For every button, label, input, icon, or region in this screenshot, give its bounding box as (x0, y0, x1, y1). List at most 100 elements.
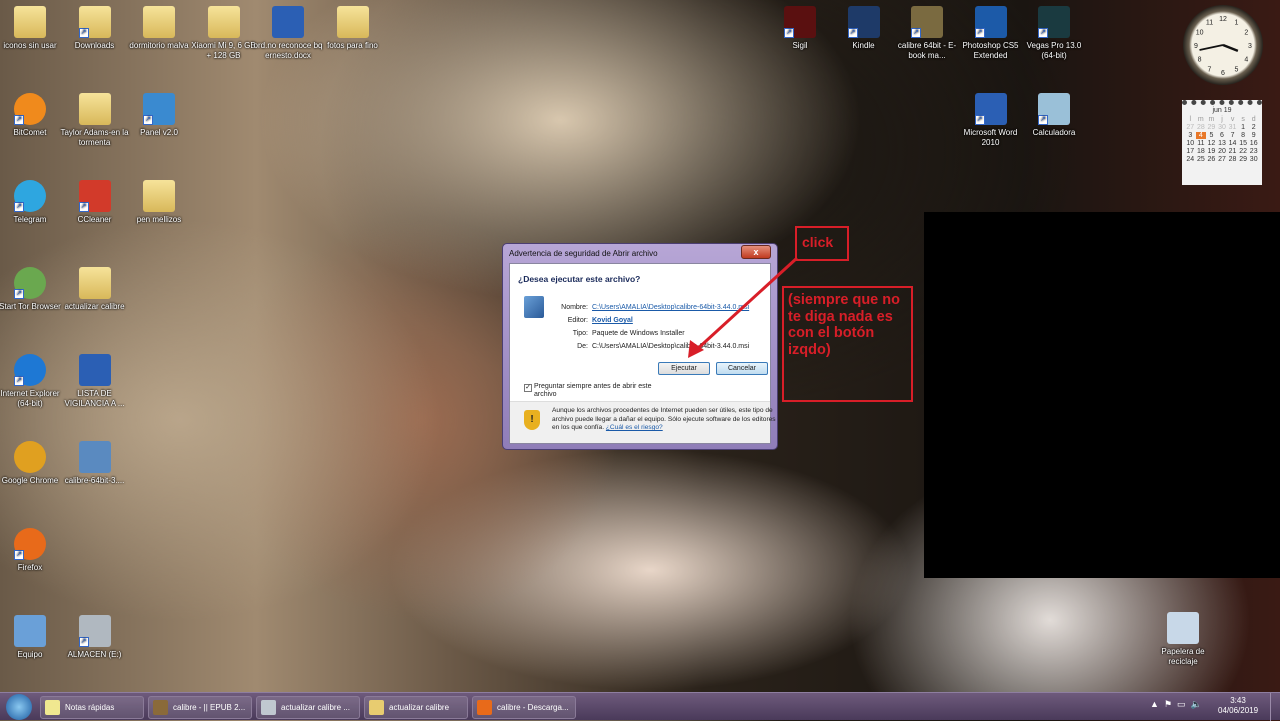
desktop-icon-calibre-64bit-3[interactable]: calibre-64bit-3.... (60, 441, 130, 486)
icon-label: LISTA DE VIGILANCIA A ... (64, 389, 125, 408)
taskbar-item[interactable]: Notas rápidas (40, 696, 144, 719)
desktop-icon-telegram[interactable]: ↗ Telegram (0, 180, 65, 225)
calendar-day[interactable]: 30 (1217, 124, 1228, 131)
always-ask-checkbox[interactable]: ✓ (524, 384, 532, 392)
calendar-day[interactable]: 8 (1238, 132, 1249, 139)
desktop-icon-sigil[interactable]: ↗ Sigil (765, 6, 835, 51)
desktop-icon-calculadora[interactable]: ↗ Calculadora (1019, 93, 1089, 138)
calendar-day[interactable]: 4 (1195, 132, 1207, 139)
weekday: s (1241, 116, 1245, 123)
calendar-day[interactable]: 13 (1217, 140, 1228, 147)
start-button[interactable] (6, 694, 32, 720)
taskbar-item[interactable]: actualizar calibre ... (256, 696, 360, 719)
desktop-icon-microsoft-word-2010[interactable]: ↗ Microsoft Word 2010 (956, 93, 1026, 148)
taskbar-item[interactable]: calibre - || EPUB 2... (148, 696, 252, 719)
desktop-icon-dormitorio-malva[interactable]: dormitorio malva (124, 6, 194, 51)
desktop-icon-bitcomet[interactable]: ↗ BitComet (0, 93, 65, 138)
network-icon[interactable]: ▭ (1177, 699, 1186, 709)
calendar-day[interactable]: 16 (1248, 140, 1259, 147)
desktop-icon-calibre-64bit-e-book-ma[interactable]: ↗ calibre 64bit - E-book ma... (892, 6, 962, 61)
calendar-day[interactable]: 11 (1196, 140, 1207, 147)
desktop-icon-fotos-para-fino[interactable]: fotos para fino (318, 6, 388, 51)
calendar-day[interactable]: 28 (1196, 124, 1207, 131)
desktop-icon-equipo[interactable]: Equipo (0, 615, 65, 660)
field-value[interactable]: C:\Users\AMALIA\Desktop\calibre-64bit-3.… (592, 304, 749, 311)
close-button[interactable]: x (741, 245, 771, 259)
field-value[interactable]: Kovid Goyal (592, 317, 633, 324)
desktop-icon-actualizar-calibre[interactable]: actualizar calibre (60, 267, 130, 312)
taskbar-item[interactable]: actualizar calibre (364, 696, 468, 719)
desktop-icon-panel-v2-0[interactable]: ↗ Panel v2.0 (124, 93, 194, 138)
calendar-day[interactable]: 6 (1217, 132, 1228, 139)
calendar-day[interactable]: 18 (1196, 148, 1207, 155)
annotation-note: (siempre que no te diga nada es con el b… (782, 286, 913, 402)
calendar-day[interactable]: 28 (1227, 156, 1238, 163)
calendar-day[interactable]: 12 (1206, 140, 1217, 147)
calendar-day[interactable]: 27 (1185, 124, 1196, 131)
calendar-day[interactable]: 24 (1185, 156, 1196, 163)
calendar-day[interactable]: 14 (1227, 140, 1238, 147)
desktop-icon-papelera-de-reciclaje[interactable]: Papelera de reciclaje (1148, 612, 1218, 667)
calendar-day[interactable]: 20 (1217, 148, 1228, 155)
calendar-day[interactable]: 23 (1248, 148, 1259, 155)
security-warning-dialog: Advertencia de seguridad de Abrir archiv… (502, 243, 778, 450)
clock-numeral: 8 (1198, 57, 1202, 64)
taskbar-item-label: actualizar calibre (389, 703, 450, 712)
calendar-day[interactable]: 2 (1248, 124, 1259, 131)
desktop-icon-start-tor-browser[interactable]: ↗ Start Tor Browser (0, 267, 65, 312)
calendar-day[interactable]: 3 (1185, 132, 1196, 139)
volume-icon[interactable]: 🔈 (1191, 699, 1202, 709)
shortcut-arrow-icon: ↗ (14, 115, 24, 125)
desktop-icon-xiaomi-mi-9-6-gb-128-gb[interactable]: Xiaomi Mi 9, 6 GB + 128 GB (189, 6, 259, 61)
app-icon (45, 700, 60, 715)
calendar-day[interactable]: 9 (1248, 132, 1259, 139)
icon-label: Google Chrome (1, 476, 59, 485)
desktop-icon-google-chrome[interactable]: Google Chrome (0, 441, 65, 486)
calendar-day[interactable]: 27 (1217, 156, 1228, 163)
calendar-day[interactable]: 5 (1206, 132, 1217, 139)
calendar-day[interactable]: 10 (1185, 140, 1196, 147)
calendar-day[interactable]: 29 (1206, 124, 1217, 131)
recycle-icon (1167, 612, 1199, 644)
desktop-icon-firefox[interactable]: ↗ Firefox (0, 528, 65, 573)
calendar-day[interactable]: 25 (1196, 156, 1207, 163)
shortcut-arrow-icon: ↗ (143, 115, 153, 125)
taskbar-item[interactable]: calibre - Descarga... (472, 696, 576, 719)
risk-link[interactable]: ¿Cuál es el riesgo? (606, 424, 663, 431)
desktop-icon-iconos-sin-usar[interactable]: iconos sin usar (0, 6, 65, 51)
desktop-icon-vegas-pro-13-0-64-bit[interactable]: ↗ Vegas Pro 13.0 (64-bit) (1019, 6, 1089, 61)
calendar-day[interactable]: 7 (1227, 132, 1238, 139)
calendar-day[interactable]: 19 (1206, 148, 1217, 155)
calendar-day[interactable]: 1 (1238, 124, 1249, 131)
icon-label: Downloads (74, 41, 115, 50)
desktop-icon-almacen-e[interactable]: ↗ ALMACEN (E:) (60, 615, 130, 660)
desktop-icon-pen-mellizos[interactable]: pen mellizos (124, 180, 194, 225)
annotation-click: click (795, 226, 849, 261)
desktop-icon-lista-de-vigilancia-a[interactable]: LISTA DE VIGILANCIA A ... (60, 354, 130, 409)
run-button[interactable]: Ejecutar (658, 362, 710, 375)
desktop-icon-kindle[interactable]: ↗ Kindle (829, 6, 899, 51)
desktop-icon-taylor-adams-en-la-tormenta[interactable]: Taylor Adams-en la tormenta (60, 93, 130, 148)
calendar-day[interactable]: 30 (1248, 156, 1259, 163)
desktop-icon-photoshop-cs5-extended[interactable]: ↗ Photoshop CS5 Extended (956, 6, 1026, 61)
shortcut-arrow-icon: ↗ (14, 376, 24, 386)
calendar-day[interactable]: 22 (1238, 148, 1249, 155)
desktop-icon-ord-no-reconoce-bq-ernesto-docx[interactable]: ord.no reconoce bq ernesto.docx (253, 6, 323, 61)
action-center-flag-icon[interactable]: ⚑ (1164, 699, 1172, 709)
folder-icon (143, 6, 175, 38)
calendar-day[interactable]: 29 (1238, 156, 1249, 163)
calendar-day[interactable]: 21 (1227, 148, 1238, 155)
vegas-icon: ↗ (1038, 6, 1070, 38)
cancel-button[interactable]: Cancelar (716, 362, 768, 375)
desktop-icon-downloads[interactable]: ↗ Downloads (60, 6, 130, 51)
app-icon (477, 700, 492, 715)
show-desktop-button[interactable] (1270, 693, 1280, 721)
calendar-day[interactable]: 15 (1238, 140, 1249, 147)
calendar-day[interactable]: 31 (1227, 124, 1238, 131)
show-hidden-icons[interactable]: ▲ (1150, 699, 1159, 709)
calendar-day[interactable]: 26 (1206, 156, 1217, 163)
desktop-icon-ccleaner[interactable]: ↗ CCleaner (60, 180, 130, 225)
tray-clock[interactable]: 3:43 04/06/2019 (1218, 696, 1258, 716)
desktop-icon-internet-explorer-64-bit[interactable]: ↗ Internet Explorer (64-bit) (0, 354, 65, 409)
calendar-day[interactable]: 17 (1185, 148, 1196, 155)
